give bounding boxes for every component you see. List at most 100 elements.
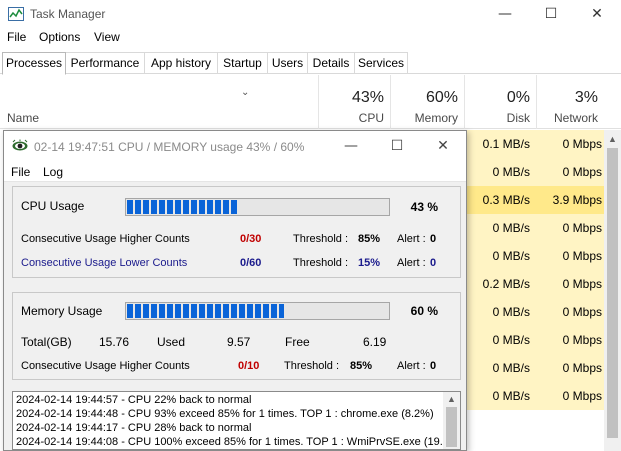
table-row[interactable]: 0.1 MB/s 0 Mbps bbox=[464, 130, 604, 158]
table-row[interactable]: 0.3 MB/s 3.9 Mbps bbox=[464, 186, 604, 214]
tab-processes[interactable]: Processes bbox=[2, 52, 66, 75]
network-cell: 0 Mbps bbox=[562, 165, 602, 179]
event-log-list[interactable]: 2024-02-14 19:44:57 - CPU 22% back to no… bbox=[12, 391, 461, 450]
cpu-higher-threshold: 85% bbox=[358, 233, 381, 245]
memory-used-value: 9.57 bbox=[227, 335, 251, 349]
network-cell: 0 Mbps bbox=[562, 361, 602, 375]
cpu-higher-alert: 0 bbox=[430, 233, 437, 245]
log-line: 2024-02-14 19:44:57 - CPU 22% back to no… bbox=[16, 394, 252, 406]
memory-total-label: Total(GB) bbox=[21, 335, 72, 349]
column-cpu[interactable]: 43% CPU bbox=[318, 75, 390, 129]
table-row[interactable]: 0 MB/s 0 Mbps bbox=[464, 242, 604, 270]
column-disk-label: Disk bbox=[506, 111, 530, 125]
scroll-up-arrow-icon[interactable]: ▲ bbox=[608, 134, 617, 144]
tab-services[interactable]: Services bbox=[355, 52, 408, 74]
tm-menu-options[interactable]: Options bbox=[39, 30, 80, 44]
disk-cell: 0.1 MB/s bbox=[482, 137, 530, 151]
cpu-usage-label: CPU Usage bbox=[21, 199, 85, 213]
monitor-titlebar: 02-14 19:47:51 CPU / MEMORY usage 43% / … bbox=[4, 131, 466, 162]
task-manager-titlebar: Task Manager — ☐ ✕ bbox=[0, 0, 621, 28]
tab-performance[interactable]: Performance bbox=[66, 52, 145, 74]
table-row[interactable]: 0 MB/s 0 Mbps bbox=[464, 158, 604, 186]
disk-cell: 0 MB/s bbox=[492, 249, 530, 263]
tab-startup[interactable]: Startup bbox=[218, 52, 268, 74]
cpu-higher-counts-label: Consecutive Usage Higher Counts bbox=[21, 233, 190, 245]
tab-details[interactable]: Details bbox=[308, 52, 355, 74]
log-line: 2024-02-14 19:44:17 - CPU 28% back to no… bbox=[16, 422, 252, 434]
memory-usage-bar bbox=[125, 302, 390, 320]
column-disk[interactable]: 0% Disk bbox=[464, 75, 536, 129]
task-manager-icon bbox=[8, 7, 24, 21]
network-cell: 0 Mbps bbox=[562, 249, 602, 263]
memory-threshold-label: Threshold : bbox=[284, 360, 340, 372]
column-cpu-percent: 43% bbox=[351, 89, 384, 106]
column-network-percent: 3% bbox=[574, 89, 598, 106]
disk-cell: 0 MB/s bbox=[492, 221, 530, 235]
memory-usage-percent: 60 % bbox=[410, 304, 438, 318]
monitor-menu-log[interactable]: Log bbox=[43, 165, 63, 179]
memory-free-label: Free bbox=[285, 335, 310, 349]
memory-total-value: 15.76 bbox=[99, 335, 130, 349]
network-cell: 3.9 Mbps bbox=[552, 193, 602, 207]
cpu-lower-counts-label: Consecutive Usage Lower Counts bbox=[21, 257, 188, 269]
memory-higher-counts-label: Consecutive Usage Higher Counts bbox=[21, 360, 190, 372]
cpu-usage-group: CPU Usage 43 % Consecutive Usage Higher … bbox=[12, 186, 461, 278]
cpu-lower-alert: 0 bbox=[430, 257, 437, 269]
disk-cell: 0 MB/s bbox=[492, 333, 530, 347]
monitor-close-button[interactable]: ✕ bbox=[420, 131, 466, 162]
usage-monitor-window: 02-14 19:47:51 CPU / MEMORY usage 43% / … bbox=[3, 130, 467, 451]
disk-cell: 0 MB/s bbox=[492, 361, 530, 375]
table-row[interactable]: 0 MB/s 0 Mbps bbox=[464, 214, 604, 242]
network-cell: 0 Mbps bbox=[562, 305, 602, 319]
memory-alert: 0 bbox=[430, 360, 437, 372]
cpu-higher-threshold-label: Threshold : bbox=[293, 233, 349, 245]
network-cell: 0 Mbps bbox=[562, 221, 602, 235]
tab-app-history[interactable]: App history bbox=[145, 52, 218, 74]
memory-usage-bar-fill bbox=[127, 304, 284, 318]
monitor-maximize-button[interactable]: ☐ bbox=[374, 131, 420, 162]
cpu-lower-threshold: 15% bbox=[358, 257, 381, 269]
log-scroll-up-arrow-icon[interactable]: ▲ bbox=[447, 394, 456, 404]
cpu-higher-alert-label: Alert : bbox=[397, 233, 426, 245]
monitor-minimize-button[interactable]: — bbox=[328, 131, 374, 162]
column-cpu-label: CPU bbox=[358, 111, 384, 125]
cpu-higher-count: 0/30 bbox=[240, 233, 262, 245]
tm-menu-file[interactable]: File bbox=[7, 30, 26, 44]
column-name[interactable]: Name bbox=[7, 111, 39, 125]
log-scroll-thumb[interactable] bbox=[446, 407, 457, 447]
memory-free-value: 6.19 bbox=[363, 335, 387, 349]
memory-higher-count: 0/10 bbox=[238, 360, 260, 372]
disk-cell: 0 MB/s bbox=[492, 305, 530, 319]
column-network-label: Network bbox=[553, 111, 598, 125]
table-row[interactable]: 0 MB/s 0 Mbps bbox=[464, 354, 604, 382]
memory-usage-group: Memory Usage 60 % Total(GB) 15.76 Used 9… bbox=[12, 292, 461, 380]
memory-alert-label: Alert : bbox=[397, 360, 426, 372]
tm-scroll-thumb[interactable] bbox=[607, 148, 618, 438]
task-manager-title: Task Manager bbox=[30, 7, 106, 21]
tm-menu-view[interactable]: View bbox=[94, 30, 120, 44]
column-memory[interactable]: 60% Memory bbox=[390, 75, 464, 129]
cpu-lower-alert-label: Alert : bbox=[397, 257, 426, 269]
disk-cell: 0.3 MB/s bbox=[482, 193, 530, 207]
log-vertical-scrollbar[interactable]: ▲ bbox=[443, 392, 460, 449]
log-line: 2024-02-14 19:44:48 - CPU 93% exceed 85%… bbox=[16, 408, 434, 420]
tm-maximize-button[interactable]: ☐ bbox=[528, 0, 574, 28]
disk-cell: 0 MB/s bbox=[492, 165, 530, 179]
column-network[interactable]: 3% Network bbox=[536, 75, 604, 129]
cpu-usage-percent: 43 % bbox=[410, 200, 438, 214]
tm-close-button[interactable]: ✕ bbox=[574, 0, 620, 28]
monitor-menu-file[interactable]: File bbox=[11, 165, 30, 179]
table-row[interactable]: 0 MB/s 0 Mbps bbox=[464, 326, 604, 354]
table-row[interactable]: 0 MB/s 0 Mbps bbox=[464, 298, 604, 326]
network-cell: 0 Mbps bbox=[562, 389, 602, 403]
tm-minimize-button[interactable]: — bbox=[482, 0, 528, 28]
tm-vertical-scrollbar[interactable]: ▲ bbox=[604, 130, 621, 451]
log-line: 2024-02-14 19:44:08 - CPU 100% exceed 85… bbox=[16, 436, 459, 448]
table-row[interactable]: 0.2 MB/s 0 Mbps bbox=[464, 270, 604, 298]
tab-users[interactable]: Users bbox=[268, 52, 308, 74]
tm-process-rows: 0.1 MB/s 0 Mbps 0 MB/s 0 Mbps 0.3 MB/s 3.9 Mb… bbox=[464, 130, 604, 420]
memory-usage-label: Memory Usage bbox=[21, 304, 103, 318]
table-row[interactable]: 0 MB/s 0 Mbps bbox=[464, 382, 604, 410]
tm-column-header: Name ⌄ 43% CPU 60% Memory 0% Disk 3% Net… bbox=[0, 75, 621, 129]
cpu-lower-count: 0/60 bbox=[240, 257, 262, 269]
